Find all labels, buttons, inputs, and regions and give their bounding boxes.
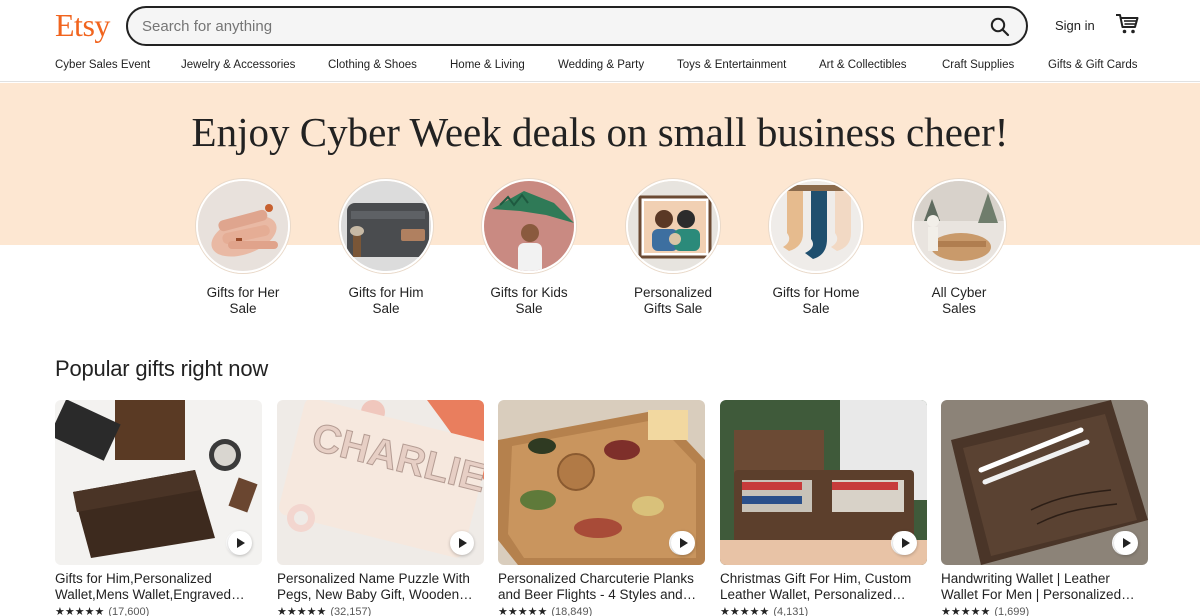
star-rating-icon: ★★★★★	[498, 606, 548, 616]
category-label: Sales	[942, 301, 976, 316]
product-title[interactable]: Gifts for Him,Personalized Wallet,Mens W…	[55, 571, 262, 603]
review-count: (4,131)	[773, 606, 809, 616]
search-input[interactable]	[142, 16, 962, 36]
star-rating-icon: ★★★★★	[277, 606, 327, 616]
product-rating: ★★★★★ (18,849)	[498, 605, 705, 616]
play-video-icon[interactable]	[450, 531, 474, 555]
review-count: (17,600)	[108, 606, 150, 616]
sign-in-link[interactable]: Sign in	[1055, 18, 1095, 33]
category-personalized-gifts[interactable]: Personalized Gifts Sale	[598, 179, 748, 317]
nav-item-gifts-gift-cards[interactable]: Gifts & Gift Cards	[1048, 59, 1137, 71]
category-label: Gifts for Him	[348, 285, 424, 300]
site-header: Etsy Sign in	[0, 0, 1200, 52]
section-title: Popular gifts right now	[55, 356, 269, 381]
review-count: (18,849)	[551, 606, 593, 616]
nav-item-jewelry-accessories[interactable]: Jewelry & Accessories	[181, 59, 295, 71]
category-label: Sale	[229, 301, 257, 316]
review-count: (32,157)	[330, 606, 372, 616]
category-image	[769, 179, 863, 273]
category-label: Gifts for Her	[206, 285, 280, 300]
product-title[interactable]: Personalized Name Puzzle With Pegs, New …	[277, 571, 484, 603]
category-image	[912, 179, 1006, 273]
search-icon[interactable]	[990, 17, 1010, 37]
star-rating-icon: ★★★★★	[720, 606, 770, 616]
product-card[interactable]: Gifts for Him,Personalized Wallet,Mens W…	[55, 400, 262, 616]
nav-item-art-collectibles[interactable]: Art & Collectibles	[819, 59, 907, 71]
play-video-icon[interactable]	[1114, 531, 1138, 555]
category-nav: Cyber Sales Event Jewelry & Accessories …	[0, 52, 1200, 82]
star-rating-icon: ★★★★★	[55, 606, 105, 616]
product-image	[941, 400, 1148, 565]
category-label: Sale	[372, 301, 400, 316]
nav-item-toys-entertainment[interactable]: Toys & Entertainment	[677, 59, 786, 71]
product-rating: ★★★★★ (17,600)	[55, 605, 262, 616]
category-label: All Cyber	[931, 285, 987, 300]
nav-item-home-living[interactable]: Home & Living	[450, 59, 525, 71]
product-image	[720, 400, 927, 565]
review-count: (1,699)	[994, 606, 1030, 616]
category-gifts-for-home[interactable]: Gifts for Home Sale	[741, 179, 891, 317]
category-gifts-for-kids[interactable]: Gifts for Kids Sale	[454, 179, 604, 317]
product-title[interactable]: Personalized Charcuterie Planks and Beer…	[498, 571, 705, 603]
category-image	[339, 179, 433, 273]
product-card[interactable]: Handwriting Wallet | Leather Wallet For …	[941, 400, 1148, 616]
product-card[interactable]: Personalized Charcuterie Planks and Beer…	[498, 400, 705, 616]
category-label: Sale	[515, 301, 543, 316]
product-image	[498, 400, 705, 565]
category-label: Gifts for Kids	[490, 285, 568, 300]
play-video-icon[interactable]	[228, 531, 252, 555]
product-card[interactable]: CHARLIE Personalized Name Puzzle With Pe…	[277, 400, 484, 616]
product-rating: ★★★★★ (32,157)	[277, 605, 484, 616]
category-image	[196, 179, 290, 273]
category-label: Gifts for Home	[772, 285, 860, 300]
category-label: Personalized	[633, 285, 713, 300]
category-gifts-for-her[interactable]: Gifts for Her Sale	[168, 179, 318, 317]
etsy-logo[interactable]: Etsy	[55, 7, 110, 44]
product-title[interactable]: Christmas Gift For Him, Custom Leather W…	[720, 571, 927, 603]
category-image	[482, 179, 576, 273]
play-video-icon[interactable]	[893, 531, 917, 555]
category-image	[626, 179, 720, 273]
product-card[interactable]: Christmas Gift For Him, Custom Leather W…	[720, 400, 927, 616]
nav-item-cyber-sales-event[interactable]: Cyber Sales Event	[55, 59, 150, 71]
play-video-icon[interactable]	[671, 531, 695, 555]
hero-title: Enjoy Cyber Week deals on small business…	[191, 109, 1009, 155]
search-bar[interactable]	[126, 6, 1028, 46]
cart-icon[interactable]	[1115, 13, 1139, 35]
star-rating-icon: ★★★★★	[941, 606, 991, 616]
category-gifts-for-him[interactable]: Gifts for Him Sale	[311, 179, 461, 317]
product-image	[55, 400, 262, 565]
category-label: Sale	[802, 301, 830, 316]
product-rating: ★★★★★ (4,131)	[720, 605, 927, 616]
category-label: Gifts Sale	[643, 301, 703, 316]
product-rating: ★★★★★ (1,699)	[941, 605, 1148, 616]
nav-item-wedding-party[interactable]: Wedding & Party	[558, 59, 644, 71]
nav-item-clothing-shoes[interactable]: Clothing & Shoes	[328, 59, 417, 71]
product-image: CHARLIE	[277, 400, 484, 565]
product-title[interactable]: Handwriting Wallet | Leather Wallet For …	[941, 571, 1148, 603]
nav-item-craft-supplies[interactable]: Craft Supplies	[942, 59, 1014, 71]
category-all-cyber-sales[interactable]: All Cyber Sales	[884, 179, 1034, 317]
